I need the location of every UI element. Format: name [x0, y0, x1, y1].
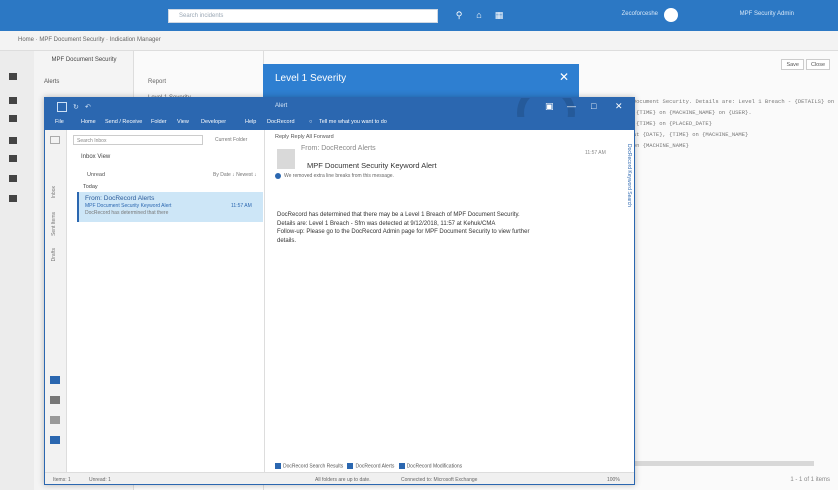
search-scope-dropdown[interactable]: Current Folder: [215, 137, 247, 143]
sort-by-date[interactable]: By Date ↓ Newest ↓: [213, 172, 257, 178]
tag-icon: [398, 463, 405, 469]
app-topbar: Search incidents ⚲ ⌂ ▦ Zecoforceshe MPF …: [0, 0, 838, 31]
maximize-icon[interactable]: □: [591, 101, 596, 111]
pager-count: 1 - 1 of 1 items: [790, 477, 830, 483]
status-bar: Items: 1 Unread: 1 All folders are up to…: [45, 472, 634, 484]
mail-subject: MPF Document Security Keyword Alert: [85, 203, 172, 209]
search-icon[interactable]: ⚲: [454, 10, 464, 20]
modal-title: Level 1 Severity: [275, 73, 347, 84]
ribbon-display-icon[interactable]: ▣: [545, 101, 554, 112]
sender-name: From: DocRecord Alerts: [301, 145, 376, 152]
send-receive-icon[interactable]: ↻: [73, 103, 79, 111]
tag-icon: [347, 463, 354, 469]
tag-modifications[interactable]: DocRecord Modifications: [407, 463, 463, 469]
outlook-titlebar: ↻ ↶ Alert ▣ — □ ✕: [45, 98, 634, 142]
undo-icon[interactable]: ↶: [85, 103, 91, 111]
tab-help[interactable]: Help: [245, 119, 256, 125]
status-sync: All folders are up to date.: [315, 477, 371, 483]
status-unread: Unread: 1: [89, 477, 111, 483]
addin-tags: DocRecord Search Results DocRecord Alert…: [275, 463, 462, 469]
status-connection: Connected to: Microsoft Exchange: [401, 477, 478, 483]
nav-title: MPF Document Security: [51, 57, 117, 63]
folder-drafts[interactable]: Drafts: [51, 248, 57, 261]
outlook-window: ↻ ↶ Alert ▣ — □ ✕ File Home Send / Recei…: [44, 97, 635, 485]
lightbulb-icon: ○: [309, 119, 313, 125]
mail-preview: DocRecord has determined that there: [85, 210, 169, 216]
message-time: 11:57 AM: [585, 150, 606, 156]
list-item[interactable]: Report: [148, 79, 166, 85]
body-line: Follow-up: Please go to the DocRecord Ad…: [277, 229, 530, 235]
docrecord-side-tab[interactable]: DocRecord Keyword Search: [626, 144, 632, 207]
zoom-level[interactable]: 100%: [607, 477, 620, 483]
search-inbox-input[interactable]: Search Inbox: [73, 135, 203, 145]
avatar: [277, 149, 295, 169]
minimize-icon[interactable]: —: [567, 101, 576, 111]
alert-icon[interactable]: [9, 73, 17, 80]
mail-icon[interactable]: [50, 376, 60, 384]
device-icon[interactable]: [9, 137, 17, 144]
tab-folder[interactable]: Folder: [151, 119, 167, 125]
nav-item[interactable]: Alerts: [44, 79, 59, 85]
tasks-icon[interactable]: [50, 436, 60, 444]
mail-from: From: DocRecord Alerts: [85, 195, 155, 202]
close-window-icon[interactable]: ✕: [615, 101, 623, 112]
chart-icon[interactable]: [9, 155, 17, 162]
mail-time: 11:57 AM: [231, 203, 252, 209]
info-icon: [275, 173, 281, 179]
folder-sent[interactable]: Sent Items: [51, 212, 57, 236]
tag-icon: [275, 463, 281, 469]
severity-modal-header: Level 1 Severity ✕: [263, 64, 579, 98]
reply-actions[interactable]: Reply Reply All Forward: [275, 134, 334, 140]
inbox-view-link[interactable]: Inbox View: [81, 154, 110, 160]
grid-icon[interactable]: ▦: [494, 10, 504, 20]
filter-unread[interactable]: Unread: [87, 172, 105, 178]
people-icon[interactable]: [50, 416, 60, 424]
tab-developer[interactable]: Developer: [201, 119, 226, 125]
reading-pane: Reply Reply All Forward From: DocRecord …: [265, 130, 634, 472]
home-icon[interactable]: ⌂: [474, 10, 484, 20]
info-bar[interactable]: We removed extra line breaks from this m…: [284, 173, 394, 179]
shield-icon[interactable]: [9, 115, 17, 122]
tab-home[interactable]: Home: [81, 119, 96, 125]
ribbon-tabs: File Home Send / Receive Folder View Dev…: [45, 117, 634, 130]
body-line: DocRecord has determined that there may …: [277, 212, 520, 218]
horizontal-scrollbar[interactable]: [624, 461, 814, 466]
tab-send-receive[interactable]: Send / Receive: [105, 119, 142, 125]
status-items: Items: 1: [53, 477, 71, 483]
message-subject: MPF Document Security Keyword Alert: [307, 161, 437, 170]
tab-view[interactable]: View: [177, 119, 189, 125]
tag-search-results[interactable]: DocRecord Search Results: [283, 463, 343, 469]
left-rail: [0, 51, 34, 490]
breadcrumb[interactable]: Home · MPF Document Security · Indicatio…: [0, 31, 838, 51]
user-icon[interactable]: [9, 175, 17, 182]
body-line: Details are: Level 1 Breach - Sfm was de…: [277, 220, 496, 227]
tag-alerts[interactable]: DocRecord Alerts: [355, 463, 394, 469]
org-selector[interactable]: Zecoforceshe: [622, 11, 658, 17]
wrench-icon[interactable]: [9, 97, 17, 104]
close-button[interactable]: Close: [805, 59, 830, 70]
outlook-folder-bar: Inbox Sent Items Drafts: [45, 130, 67, 472]
settings-icon[interactable]: [9, 195, 17, 202]
save-button[interactable]: Save: [781, 59, 804, 70]
message-body: DocRecord has determined that there may …: [277, 211, 597, 245]
list-item[interactable]: From: DocRecord Alerts MPF Document Secu…: [77, 192, 263, 222]
avatar[interactable]: [664, 8, 678, 22]
window-title: Alert: [275, 103, 288, 109]
tab-file[interactable]: File: [55, 119, 64, 125]
collapse-icon[interactable]: [50, 136, 60, 144]
body-line: details.: [277, 237, 297, 244]
user-menu[interactable]: MPF Security Admin: [740, 11, 794, 17]
message-list: Search Inbox Current Folder Inbox View U…: [67, 130, 265, 472]
outlook-app-icon: [57, 102, 67, 112]
tab-docrecord[interactable]: DocRecord: [267, 119, 295, 125]
tell-me-input[interactable]: Tell me what you want to do: [319, 119, 387, 125]
group-today: Today: [83, 184, 98, 190]
close-icon[interactable]: ✕: [559, 70, 569, 84]
calendar-icon[interactable]: [50, 396, 60, 404]
global-search-input[interactable]: Search incidents: [168, 9, 438, 23]
folder-inbox[interactable]: Inbox: [51, 186, 57, 198]
